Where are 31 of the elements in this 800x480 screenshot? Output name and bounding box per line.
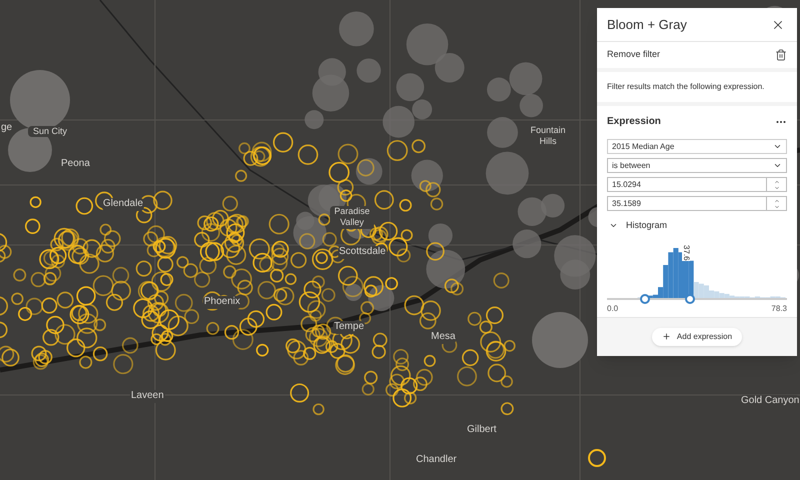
number-input[interactable]: 15.0294 <box>607 177 787 192</box>
expression-title: Expression <box>607 115 661 129</box>
operator-select[interactable]: is between <box>607 158 787 173</box>
number-input[interactable]: 35.1589 <box>607 196 787 211</box>
panel-title: Bloom + Gray <box>607 16 687 34</box>
place-label: Glendale <box>102 198 144 210</box>
place-label: Laveen <box>130 390 165 402</box>
plus-icon <box>662 332 671 341</box>
chevron-down-icon <box>773 142 782 151</box>
place-label: Mesa <box>430 331 456 344</box>
marker-label: 37.6 <box>682 244 690 260</box>
field-select[interactable]: 2015 Median Age <box>607 139 787 154</box>
chevron-down-icon <box>773 161 782 170</box>
spin-up-icon[interactable] <box>774 198 780 204</box>
spin-down-icon[interactable] <box>774 204 780 210</box>
axis-max-label: 78.3 <box>771 302 787 314</box>
place-label: Gold Canyon <box>740 395 800 408</box>
description-text: Filter results match the following expression. <box>597 72 797 106</box>
spin-up-icon[interactable] <box>774 178 780 184</box>
remove-filter-button[interactable]: Remove filter <box>607 48 660 62</box>
place-label: Paradise Valley <box>330 206 374 228</box>
place-label: Phoenix <box>203 296 242 308</box>
axis-min-label: 0.0 <box>607 302 618 314</box>
slider-handle[interactable] <box>640 294 650 304</box>
spin-down-icon[interactable] <box>774 184 780 190</box>
place-label: Tempe <box>333 321 366 334</box>
add-expression-button[interactable]: Add expression <box>652 328 742 346</box>
place-label: Scottsdale <box>338 246 387 258</box>
place-label: ge <box>0 122 14 134</box>
trash-icon[interactable] <box>775 49 787 61</box>
histogram-toggle[interactable]: Histogram <box>607 219 787 232</box>
